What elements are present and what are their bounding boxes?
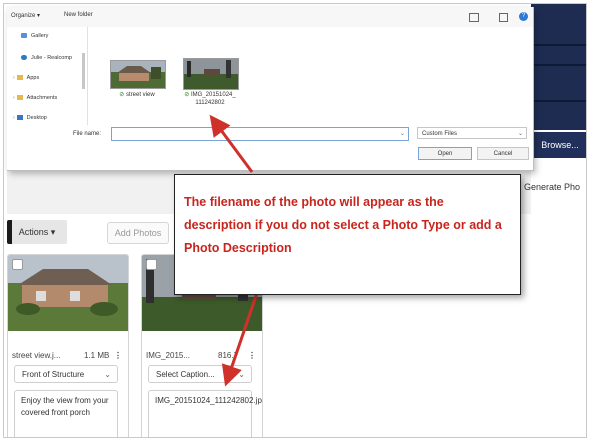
annotation-callout: The filename of the photo will appear as… <box>174 174 521 295</box>
arrow-to-filename <box>209 114 254 173</box>
screenshot-frame: Browse... Generate Pho Organize ▾ New fo… <box>3 3 587 438</box>
callout-text: The filename of the photo will appear as… <box>184 195 502 255</box>
arrow-to-description <box>221 289 260 387</box>
